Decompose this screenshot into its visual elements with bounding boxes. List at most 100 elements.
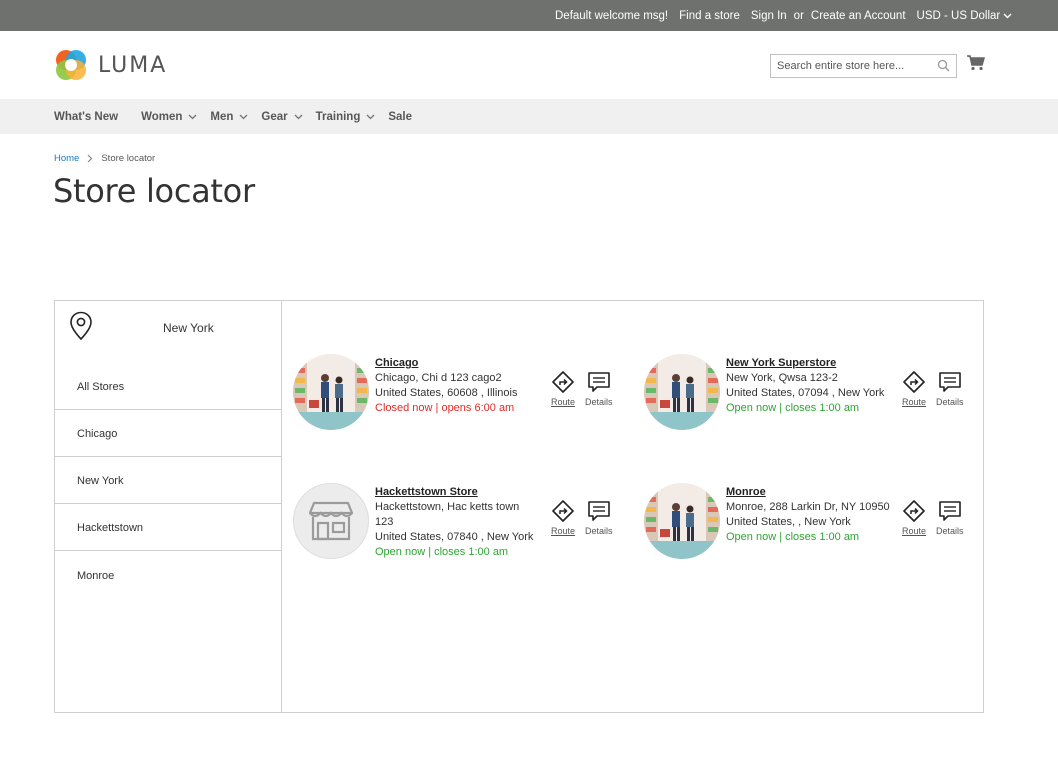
store-address-line1: Hackettstown, Hac ketts town 123 [375, 501, 520, 528]
details-label: Details [936, 397, 964, 407]
store-name-link[interactable]: Monroe [726, 485, 901, 500]
store-card: Chicago Chicago, Chi d 123 cago2 United … [283, 354, 623, 432]
filter-label: All Stores [77, 381, 125, 393]
store-address-line2: United States, 60608 , Illinois [375, 387, 518, 399]
chevron-down-icon [366, 114, 375, 119]
location-search-value[interactable]: New York [163, 321, 214, 335]
route-button[interactable]: Route [902, 370, 926, 407]
nav-item-gear[interactable]: Gear [261, 111, 303, 123]
store-placeholder-image [293, 483, 369, 559]
chevron-down-icon [188, 114, 197, 119]
chevron-down-icon [294, 114, 303, 119]
page-title: Store locator [53, 172, 255, 210]
cart-icon[interactable] [967, 55, 985, 71]
details-icon [587, 501, 610, 521]
breadcrumb-home[interactable]: Home [54, 153, 79, 164]
details-icon [587, 372, 610, 392]
nav-label: Sale [388, 110, 413, 123]
details-label: Details [585, 526, 613, 536]
store-placeholder-icon [309, 501, 353, 541]
welcome-message: Default welcome msg! [555, 9, 669, 22]
store-locator: New York All Stores Chicago New York Hac… [54, 300, 984, 713]
store-actions: Route Details [551, 499, 613, 536]
store-name-link[interactable]: Hackettstown Store [375, 485, 547, 500]
route-icon [552, 500, 574, 522]
nav-item-whats-new[interactable]: What's New [54, 111, 118, 123]
store-name-link[interactable]: New York Superstore [726, 356, 901, 371]
store-actions: Route Details [902, 370, 964, 407]
store-card: Hackettstown Store Hackettstown, Hac ket… [283, 483, 623, 561]
store-status: Open now | closes 1:00 am [726, 531, 860, 543]
store-status: Open now | closes 1:00 am [726, 402, 860, 414]
search-icon[interactable] [937, 59, 950, 72]
store-filter-monroe[interactable]: Monroe [55, 551, 281, 598]
details-button[interactable]: Details [936, 370, 964, 407]
store-photo [644, 354, 720, 430]
details-icon [938, 372, 961, 392]
sign-in-link[interactable]: Sign In [751, 10, 787, 22]
details-button[interactable]: Details [936, 499, 964, 536]
route-button[interactable]: Route [902, 499, 926, 536]
store-status: Open now | closes 1:00 am [375, 546, 509, 558]
store-filter-chicago[interactable]: Chicago [55, 410, 281, 457]
search-input[interactable] [771, 55, 931, 77]
route-label: Route [902, 397, 927, 407]
map-pin-icon [70, 311, 92, 341]
nav-item-sale[interactable]: Sale [388, 111, 412, 123]
store-info: Hackettstown Store Hackettstown, Hac ket… [375, 485, 547, 560]
filter-label: Monroe [77, 569, 115, 582]
store-filter-list: All Stores Chicago New York Hackettstown… [55, 363, 281, 598]
details-label: Details [936, 526, 964, 536]
nav-label: Training [315, 110, 361, 123]
breadcrumb: Home Store locator [54, 153, 155, 164]
luma-logo-icon [56, 50, 86, 80]
details-button[interactable]: Details [585, 370, 613, 407]
nav-label: Women [141, 110, 183, 123]
store-photo [644, 483, 720, 559]
store-name-link[interactable]: Chicago [375, 356, 547, 371]
details-label: Details [585, 397, 613, 407]
nav-label: What's New [54, 110, 119, 123]
chevron-down-icon [1003, 13, 1012, 18]
route-label: Route [902, 526, 927, 536]
store-address-line1: New York, Qwsa 123-2 [726, 372, 838, 384]
store-address-line2: United States, 07094 , New York [726, 387, 885, 399]
store-card: Monroe Monroe, 288 Larkin Dr, NY 10950 U… [634, 483, 974, 561]
store-info: New York Superstore New York, Qwsa 123-2… [726, 356, 901, 416]
create-account-link[interactable]: Create an Account [811, 10, 906, 22]
logo-text: LUMA [98, 52, 168, 78]
route-icon [552, 371, 574, 393]
nav-item-men[interactable]: Men [210, 111, 248, 123]
store-photo-illustration [644, 354, 720, 430]
nav-label: Men [210, 110, 234, 123]
route-label: Route [551, 397, 576, 407]
store-address-line2: United States, 07840 , New York [375, 531, 534, 543]
currency-label: USD - US Dollar [916, 9, 1001, 22]
route-label: Route [551, 526, 576, 536]
luma-logo[interactable]: LUMA [54, 48, 167, 82]
or-text: or [793, 9, 804, 22]
details-button[interactable]: Details [585, 499, 613, 536]
route-button[interactable]: Route [551, 499, 575, 536]
store-status: Closed now | opens 6:00 am [375, 402, 515, 414]
find-store-link[interactable]: Find a store [679, 10, 740, 22]
store-filter-hackettstown[interactable]: Hackettstown [55, 504, 281, 551]
store-info: Monroe Monroe, 288 Larkin Dr, NY 10950 U… [726, 485, 901, 545]
route-button[interactable]: Route [551, 370, 575, 407]
nav-item-training[interactable]: Training [316, 111, 376, 123]
details-icon [938, 501, 961, 521]
store-card: New York Superstore New York, Qwsa 123-2… [634, 354, 974, 432]
filter-label: Chicago [77, 428, 118, 440]
currency-switcher[interactable]: USD - US Dollar [917, 10, 1013, 22]
search-box[interactable] [770, 54, 957, 78]
nav-item-women[interactable]: Women [141, 111, 197, 123]
location-search[interactable]: New York [55, 301, 281, 356]
chevron-right-icon [87, 154, 93, 163]
store-sidebar: New York All Stores Chicago New York Hac… [55, 301, 282, 712]
filter-label: Hackettstown [77, 522, 144, 534]
store-photo [293, 354, 369, 430]
store-info: Chicago Chicago, Chi d 123 cago2 United … [375, 356, 547, 416]
store-filter-new-york[interactable]: New York [55, 457, 281, 504]
store-filter-all[interactable]: All Stores [55, 363, 281, 410]
filter-label: New York [77, 475, 124, 487]
